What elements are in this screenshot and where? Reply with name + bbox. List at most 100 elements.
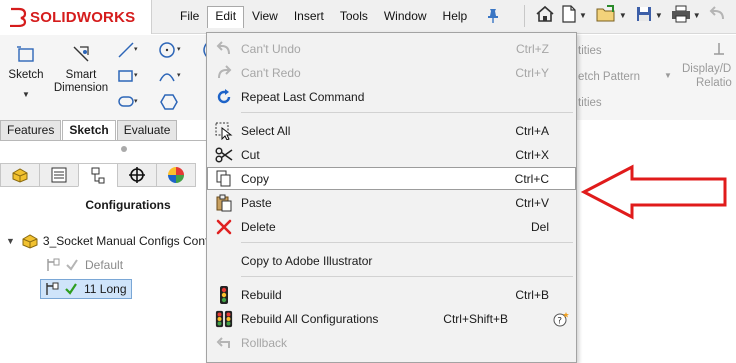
home-icon[interactable]: [535, 4, 555, 27]
paste-icon: [215, 194, 233, 212]
menu-separator: [241, 276, 573, 277]
feature-manager-panel: Configurations ▼ 3_Socket Manual Configs…: [0, 141, 208, 363]
menu-window[interactable]: Window: [376, 6, 435, 28]
collapse-handle[interactable]: [121, 146, 127, 152]
chevron-down-icon[interactable]: ▼: [6, 88, 46, 101]
menu-item-label: Can't Undo: [241, 42, 301, 56]
display-relations-label-2: Relatio: [696, 77, 732, 89]
svg-text:▾: ▾: [134, 71, 138, 79]
chevron-down-icon[interactable]: ▼: [655, 11, 663, 20]
menu-item-rebuild-all-configurations[interactable]: Rebuild All Configurations Ctrl+Shift+B …: [207, 307, 576, 330]
undo-icon[interactable]: [709, 5, 727, 26]
print-icon[interactable]: [671, 5, 691, 26]
chevron-down-icon[interactable]: ▼: [579, 11, 587, 20]
menu-item-undo[interactable]: Can't Undo Ctrl+Z: [207, 37, 576, 60]
menu-view[interactable]: View: [244, 6, 286, 28]
configuration-active-label: 11 Long: [84, 282, 127, 296]
solidworks-logo[interactable]: SOLIDWORKS: [0, 0, 152, 34]
chevron-down-icon[interactable]: ▼: [693, 11, 701, 20]
sketch-label: Sketch: [8, 69, 44, 81]
quick-access-toolbar: ▼ ▼ ▼ ▼: [524, 4, 727, 27]
svg-text:▾: ▾: [177, 45, 181, 53]
menu-item-redo[interactable]: Can't Redo Ctrl+Y: [207, 61, 576, 84]
menu-item-copy-to-adobe-illustrator[interactable]: Copy to Adobe Illustrator: [207, 249, 576, 272]
rectangle-icon[interactable]: ▾: [117, 67, 139, 88]
configuration-icon: [91, 167, 105, 184]
menu-item-paste[interactable]: Paste Ctrl+V: [207, 191, 576, 214]
tree-root[interactable]: ▼ 3_Socket Manual Configs Conf: [6, 233, 208, 249]
menu-item-rebuild[interactable]: Rebuild Ctrl+B: [207, 283, 576, 306]
save-icon[interactable]: [635, 5, 653, 26]
display-relations-label: Display/D: [682, 63, 732, 75]
new-document-icon[interactable]: [561, 4, 577, 27]
part-icon: [22, 234, 38, 249]
menu-item-copy[interactable]: Copy Ctrl+C: [207, 167, 576, 190]
smart-dimension-button[interactable]: Smart Dimension: [52, 43, 110, 95]
tab-sketch[interactable]: Sketch: [62, 120, 116, 140]
toolbar-separator: [524, 4, 525, 27]
menu-item-select-all[interactable]: Select All Ctrl+A: [207, 119, 576, 142]
arc-three-point-icon[interactable]: ▾: [158, 67, 184, 88]
menu-help[interactable]: Help: [435, 6, 476, 28]
traffic-lights-icon: [215, 310, 233, 328]
sketch-icon: [17, 46, 34, 62]
feature-manager-tab[interactable]: [0, 163, 40, 187]
tab-features[interactable]: Features: [0, 120, 62, 140]
pin-icon[interactable]: [486, 8, 500, 27]
menu-item-shortcut: Ctrl+C: [514, 172, 549, 186]
tab-evaluate[interactable]: Evaluate: [116, 120, 178, 140]
command-manager-tabs: Features Sketch Evaluate: [0, 120, 178, 140]
sketch-pattern-tool-label: etch Pattern: [578, 71, 641, 83]
scissors-icon: [215, 146, 233, 164]
menu-item-rollback[interactable]: Rollback: [207, 331, 576, 354]
redo-icon: [215, 64, 233, 82]
repeat-icon: [215, 88, 233, 106]
help-icon[interactable]: ?: [553, 311, 569, 330]
menu-separator: [241, 242, 573, 243]
smart-dimension-label: Smart Dimension: [53, 69, 109, 94]
display-manager-tab[interactable]: [156, 163, 196, 187]
menu-item-label: Paste: [241, 196, 272, 210]
open-folder-icon[interactable]: [595, 4, 617, 27]
configuration-active[interactable]: 11 Long: [40, 279, 132, 299]
menu-insert[interactable]: Insert: [286, 6, 332, 28]
menu-tools[interactable]: Tools: [332, 6, 376, 28]
configuration-default-label: Default: [85, 258, 124, 272]
menu-item-shortcut: Ctrl+X: [515, 148, 549, 162]
menu-item-shortcut: Ctrl+Y: [515, 66, 549, 80]
tree-root-label: 3_Socket Manual Configs Conf: [42, 234, 209, 248]
menu-item-shortcut: Ctrl+V: [515, 196, 549, 210]
check-icon: [65, 283, 77, 295]
menu-bar: File Edit View Insert Tools Window Help: [172, 6, 475, 28]
slot-icon[interactable]: ▾: [117, 93, 139, 114]
menu-item-label: Rebuild All Configurations: [241, 312, 379, 326]
polygon-icon[interactable]: [160, 93, 178, 114]
brand-name: SOLIDWORKS: [30, 8, 136, 26]
red-arrow-annotation: [580, 164, 727, 220]
menu-file[interactable]: File: [172, 6, 207, 28]
configuration-default[interactable]: Default: [45, 257, 123, 273]
menu-item-repeat-last-command[interactable]: Repeat Last Command: [207, 85, 576, 108]
svg-text:▾: ▾: [134, 97, 138, 105]
menu-item-cut[interactable]: Cut Ctrl+X: [207, 143, 576, 166]
configuration-node-icon: [47, 258, 60, 271]
delete-icon: [215, 218, 233, 236]
line-icon[interactable]: ▾: [117, 41, 139, 62]
chevron-down-icon[interactable]: ▼: [619, 11, 627, 20]
chevron-down-icon[interactable]: ▼: [664, 71, 672, 80]
collapse-triangle-icon[interactable]: ▼: [6, 236, 15, 246]
property-manager-tab[interactable]: [39, 163, 79, 187]
menu-item-label: Cut: [241, 148, 260, 162]
svg-text:?: ?: [557, 317, 562, 327]
sketch-tool-button[interactable]: Sketch ▼: [6, 43, 46, 101]
traffic-light-icon: [215, 286, 233, 304]
select-all-icon: [215, 122, 233, 140]
menu-edit[interactable]: Edit: [207, 6, 245, 28]
dimxpert-tab[interactable]: [117, 163, 157, 187]
menu-item-delete[interactable]: Delete Del: [207, 215, 576, 238]
menu-item-label: Rollback: [241, 336, 288, 350]
circle-icon[interactable]: ▾: [158, 41, 184, 62]
entities-tool-label: tities: [578, 45, 602, 57]
configuration-manager-tab[interactable]: [78, 163, 118, 187]
menu-item-shortcut: Ctrl+Z: [516, 42, 549, 56]
